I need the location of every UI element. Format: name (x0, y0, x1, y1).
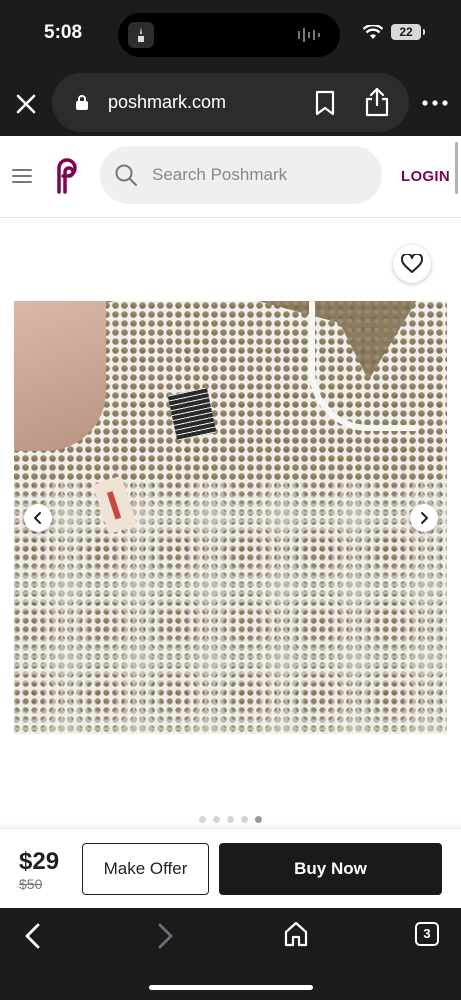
browser-toolbar: 3 (0, 908, 461, 1000)
carousel-dot[interactable] (199, 816, 206, 823)
login-link[interactable]: LOGIN (401, 168, 450, 185)
back-icon[interactable] (22, 922, 44, 950)
hand (14, 301, 106, 451)
make-offer-button[interactable]: Make Offer (82, 843, 209, 895)
audio-wave-icon (298, 28, 320, 42)
bookmark-icon[interactable] (314, 90, 336, 116)
status-bar: 5:08 22 (0, 0, 461, 70)
menu-icon[interactable] (12, 168, 32, 184)
carousel-dot[interactable] (227, 816, 234, 823)
buy-now-button[interactable]: Buy Now (219, 843, 442, 895)
browser-address-bar: poshmark.com (0, 70, 461, 136)
search-icon (115, 164, 137, 186)
original-price: $50 (19, 876, 43, 892)
search-input[interactable] (152, 146, 372, 204)
site-header: LOGIN (0, 136, 461, 218)
listing-photo[interactable] (14, 301, 447, 734)
url-text: poshmark.com (108, 92, 227, 112)
dynamic-island (118, 13, 340, 57)
battery-icon: 22 (391, 24, 425, 40)
home-indicator (149, 985, 313, 990)
carousel-dot[interactable] (255, 816, 262, 823)
purchase-bar: $29 $50 Make Offer Buy Now (0, 828, 461, 908)
close-icon[interactable] (12, 90, 40, 118)
tabs-button[interactable]: 3 (415, 922, 439, 946)
forward-icon[interactable] (154, 922, 176, 950)
more-options-icon[interactable] (420, 96, 450, 110)
status-indicators: 22 (363, 24, 425, 40)
wifi-icon (363, 24, 383, 39)
garment-neckline (309, 301, 419, 431)
carousel-dot[interactable] (213, 816, 220, 823)
like-button[interactable] (393, 245, 431, 283)
carousel-dot[interactable] (241, 816, 248, 823)
carousel-dots (199, 816, 262, 823)
now-playing-app-icon (128, 22, 154, 48)
next-image-button[interactable] (410, 504, 438, 532)
status-time: 5:08 (44, 22, 83, 43)
home-icon[interactable] (283, 920, 309, 948)
url-field[interactable]: poshmark.com (52, 73, 409, 132)
share-icon[interactable] (364, 87, 390, 117)
lace-garment-layer (14, 481, 447, 734)
scrollbar[interactable] (455, 142, 458, 194)
lock-icon (76, 95, 88, 110)
poshmark-logo[interactable] (50, 158, 78, 194)
chevron-right-icon (421, 512, 428, 524)
previous-image-button[interactable] (24, 504, 52, 532)
chevron-left-icon (34, 512, 41, 524)
heart-icon (401, 254, 423, 273)
price: $29 (19, 848, 60, 875)
search-box[interactable] (100, 146, 382, 204)
